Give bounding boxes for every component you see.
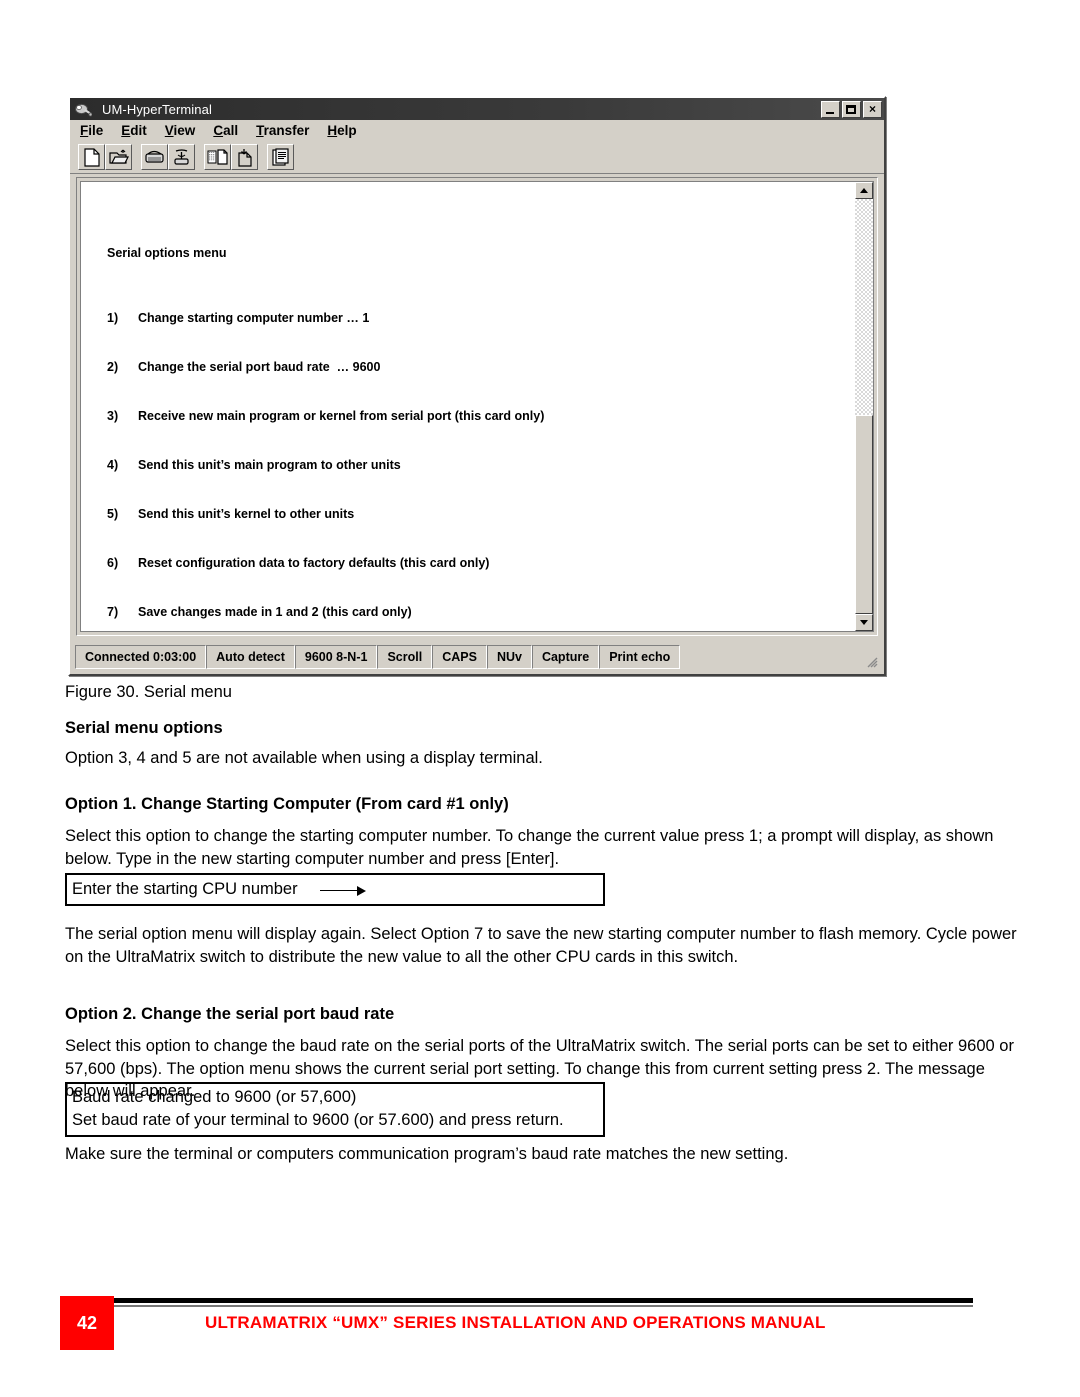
- hyperterminal-icon: [74, 101, 93, 118]
- right-arrow-icon: [319, 884, 366, 896]
- option-text: Receive new main program or kernel from …: [138, 409, 545, 424]
- option-text: Change starting computer number … 1: [138, 311, 370, 326]
- menu-bar: File Edit View Call Transfer Help: [70, 120, 884, 141]
- option1-heading: Option 1. Change Starting Computer (From…: [65, 795, 509, 813]
- serial-menu-options-heading: Serial menu options: [65, 719, 223, 737]
- terminal-option-row: 2) Change the serial port baud rate … 96…: [107, 359, 544, 375]
- terminal-option-row: 5) Send this unit’s kernel to other unit…: [107, 506, 544, 522]
- dial-phone-icon[interactable]: [141, 144, 168, 170]
- terminal-option-row: 6) Reset configuration data to factory d…: [107, 555, 544, 571]
- status-bar: Connected 0:03:00 Auto detect 9600 8-N-1…: [75, 645, 879, 669]
- scroll-up-button[interactable]: [855, 182, 873, 199]
- new-connection-icon[interactable]: [78, 144, 105, 170]
- status-baud: 9600 8-N-1: [294, 645, 378, 669]
- toolbar-group-properties: [267, 144, 294, 170]
- option-text: Send this unit’s main program to other u…: [138, 458, 401, 473]
- option1-text: Select this option to change the startin…: [65, 827, 994, 868]
- maximize-button[interactable]: [842, 100, 861, 118]
- status-capture: Capture: [531, 645, 600, 669]
- option2-after-text: Make sure the terminal or computers comm…: [65, 1145, 789, 1163]
- option-number: 4): [107, 458, 119, 473]
- menu-item-transfer[interactable]: Transfer: [256, 123, 309, 138]
- resize-grip-icon[interactable]: [864, 654, 878, 668]
- status-num: NUv: [486, 645, 532, 669]
- cpu-prompt-text: Enter the starting CPU number: [72, 880, 298, 898]
- close-button[interactable]: ×: [863, 100, 882, 118]
- hangup-phone-icon[interactable]: [168, 144, 195, 170]
- baud-message-line2: Set baud rate of your terminal to 9600 (…: [72, 1111, 564, 1129]
- menu-item-view[interactable]: View: [165, 123, 196, 138]
- toolbar-group-transfer: [204, 144, 258, 170]
- status-spacer: [680, 645, 879, 669]
- status-print-echo: Print echo: [599, 645, 681, 669]
- scrollbar-track[interactable]: [855, 199, 873, 614]
- terminal-heading: Serial options menu: [107, 245, 227, 260]
- option-text: Save changes made in 1 and 2 (this card …: [138, 604, 412, 619]
- option-text: Reset configuration data to factory defa…: [138, 555, 490, 570]
- minimize-button[interactable]: [821, 100, 840, 118]
- figure-caption: Figure 30. Serial menu: [65, 683, 232, 701]
- option-number: 1): [107, 311, 119, 326]
- scrollbar-thumb[interactable]: [855, 414, 873, 614]
- baud-message-line1: Baud rate changed to 9600 (or 57,600): [72, 1088, 357, 1106]
- send-file-icon[interactable]: [204, 144, 231, 170]
- properties-icon[interactable]: [267, 144, 294, 170]
- status-connected: Connected 0:03:00: [75, 645, 207, 669]
- window-title: UM-HyperTerminal: [102, 101, 212, 117]
- option-number: 5): [107, 507, 119, 522]
- serial-menu-options-text: Option 3, 4 and 5 are not available when…: [65, 749, 543, 767]
- terminal-output: Serial options menu 1) Change starting c…: [107, 212, 544, 631]
- toolbar: [70, 141, 884, 174]
- vertical-scrollbar[interactable]: [855, 181, 874, 632]
- menu-item-file[interactable]: File: [80, 123, 103, 138]
- terminal-option-row: 1) Change starting computer number … 1: [107, 310, 544, 326]
- option-number: 3): [107, 409, 119, 424]
- chevron-down-icon: [860, 620, 868, 625]
- page-number-badge: 42: [60, 1296, 114, 1350]
- option-number: 6): [107, 555, 119, 570]
- receive-file-icon[interactable]: [231, 144, 258, 170]
- cpu-prompt-box: Enter the starting CPU number: [65, 873, 605, 906]
- menu-item-help[interactable]: Help: [327, 123, 356, 138]
- menu-item-call[interactable]: Call: [213, 123, 238, 138]
- open-folder-icon[interactable]: [105, 144, 132, 170]
- option-text: Send this unit’s kernel to other units: [138, 507, 355, 522]
- terminal-screen[interactable]: Serial options menu 1) Change starting c…: [80, 181, 855, 632]
- terminal-option-row: 4) Send this unit’s main program to othe…: [107, 457, 544, 473]
- window-titlebar[interactable]: UM-HyperTerminal ×: [70, 98, 884, 120]
- terminal-client-area: Serial options menu 1) Change starting c…: [76, 177, 878, 636]
- scroll-down-button[interactable]: [855, 614, 873, 631]
- baud-message-box: Baud rate changed to 9600 (or 57,600) Se…: [65, 1082, 605, 1137]
- option-text: Change the serial port baud rate … 9600: [138, 360, 381, 375]
- status-scroll: Scroll: [377, 645, 433, 669]
- footer-rule-secondary: [110, 1305, 973, 1307]
- option1-after-text: The serial option menu will display agai…: [65, 925, 1017, 966]
- hyperterminal-window: UM-HyperTerminal × File Edit View Call T…: [68, 96, 886, 676]
- toolbar-group-call: [141, 144, 195, 170]
- footer-manual-title: ULTRAMATRIX “UMX” SERIES INSTALLATION AN…: [205, 1313, 826, 1332]
- option-number: 7): [107, 604, 119, 619]
- status-autodetect: Auto detect: [206, 645, 295, 669]
- window-controls: ×: [821, 100, 882, 118]
- option-number: 2): [107, 360, 119, 375]
- toolbar-group-connection: [78, 144, 132, 170]
- option2-heading: Option 2. Change the serial port baud ra…: [65, 1005, 395, 1023]
- terminal-option-row: 7) Save changes made in 1 and 2 (this ca…: [107, 604, 544, 620]
- menu-item-edit[interactable]: Edit: [121, 123, 147, 138]
- footer-rule: [110, 1298, 973, 1303]
- terminal-option-row: 3) Receive new main program or kernel fr…: [107, 408, 544, 424]
- status-caps: CAPS: [432, 645, 487, 669]
- chevron-up-icon: [860, 188, 868, 193]
